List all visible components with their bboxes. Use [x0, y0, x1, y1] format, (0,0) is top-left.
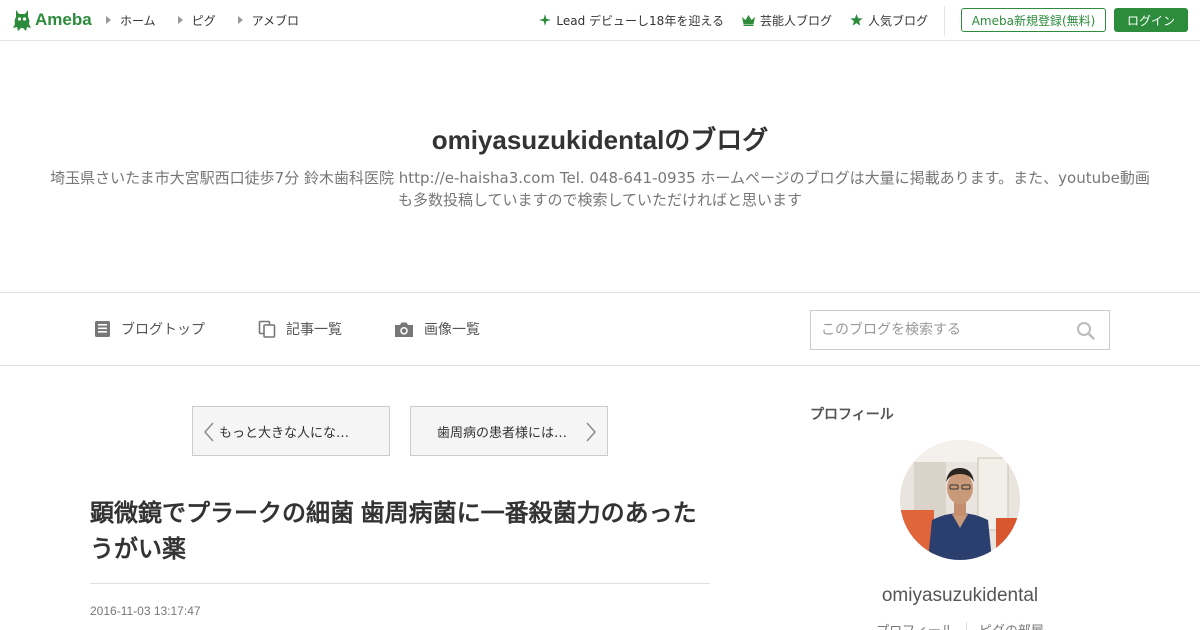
ameba-mascot-icon [13, 10, 31, 31]
popular-blog-link[interactable]: 人気ブログ [850, 12, 928, 29]
image-list-link[interactable]: 画像一覧 [394, 319, 480, 339]
celebrity-blog-link[interactable]: 芸能人ブログ [741, 12, 832, 29]
article-date: 2016-11-03 13:17:47 [90, 604, 201, 618]
profile-name[interactable]: omiyasuzukidental [810, 585, 1110, 607]
header-divider [944, 6, 945, 36]
featured-lead-label: Lead デビューし18年を迎える [556, 13, 724, 28]
profile-heading: プロフィール [810, 407, 894, 423]
camera-icon [395, 322, 413, 337]
profile-photo [900, 440, 1020, 560]
star-icon [850, 14, 863, 26]
profile-links: プロフィール ピグの部屋 [810, 620, 1110, 630]
crown-icon [741, 14, 755, 26]
ameba-logo[interactable]: Ameba [12, 8, 92, 32]
triangle-right-icon [106, 16, 111, 24]
prev-entry-label: もっと大きな人にな… [219, 425, 350, 441]
global-header: Ameba ホーム ピグ アメブロ Lead デビューし18年を迎える 芸能人ブ… [0, 0, 1200, 41]
next-entry-label: 歯周病の患者様には… [437, 425, 568, 441]
blog-top-label: ブログトップ [121, 322, 205, 338]
profile-avatar[interactable] [900, 440, 1020, 560]
global-nav: ホーム ピグ アメブロ [106, 0, 321, 40]
blog-top-link[interactable]: ブログトップ [94, 319, 205, 339]
blog-title[interactable]: omiyasuzukidentalのブログ [0, 120, 1200, 157]
featured-lead-link[interactable]: Lead デビューし18年を迎える [539, 12, 724, 29]
popular-blog-label: 人気ブログ [867, 13, 928, 28]
blog-search-input[interactable] [811, 311, 1071, 349]
featured-links: Lead デビューし18年を迎える 芸能人ブログ 人気ブログ [521, 0, 928, 40]
nav-ameblo-label: アメブロ [251, 13, 300, 28]
chevron-left-icon [204, 422, 214, 442]
blog-nav: ブログトップ 記事一覧 画像一覧 [0, 292, 1200, 366]
nav-home[interactable]: ホーム [106, 12, 156, 29]
pigg-room-link[interactable]: ピグの部屋 [967, 620, 1056, 630]
login-button[interactable]: ログイン [1114, 8, 1188, 32]
celebrity-blog-label: 芸能人ブログ [759, 13, 832, 28]
sparkle-icon [539, 14, 552, 26]
next-entry-button[interactable]: 歯周病の患者様には… [410, 406, 608, 456]
article-divider [90, 583, 710, 584]
entry-list-label: 記事一覧 [286, 322, 342, 338]
logo-text: Ameba [35, 10, 92, 29]
blog-description: 埼玉県さいたま市大宮駅西口徒歩7分 鈴木歯科医院 http://e-haisha… [50, 169, 1150, 209]
prev-entry-button[interactable]: もっと大きな人にな… [192, 406, 390, 456]
article-title[interactable]: 顕微鏡でプラークの細菌 歯周病菌に一番殺菌力のあったうがい薬 [90, 496, 715, 568]
triangle-right-icon [237, 16, 243, 24]
document-icon [95, 321, 110, 337]
register-button[interactable]: Ameba新規登録(無料) [961, 8, 1106, 32]
nav-ameblo[interactable]: アメブロ [237, 12, 300, 29]
triangle-right-icon [177, 16, 183, 24]
search-icon[interactable] [1076, 321, 1095, 340]
nav-home-label: ホーム [120, 13, 156, 28]
blog-search [810, 310, 1110, 350]
nav-pigg[interactable]: ピグ [177, 12, 216, 29]
image-list-label: 画像一覧 [424, 322, 480, 338]
nav-pigg-label: ピグ [191, 13, 216, 28]
profile-link[interactable]: プロフィール [864, 620, 966, 630]
chevron-right-icon [586, 422, 596, 442]
entry-list-link[interactable]: 記事一覧 [258, 319, 342, 339]
copy-icon [258, 320, 276, 338]
